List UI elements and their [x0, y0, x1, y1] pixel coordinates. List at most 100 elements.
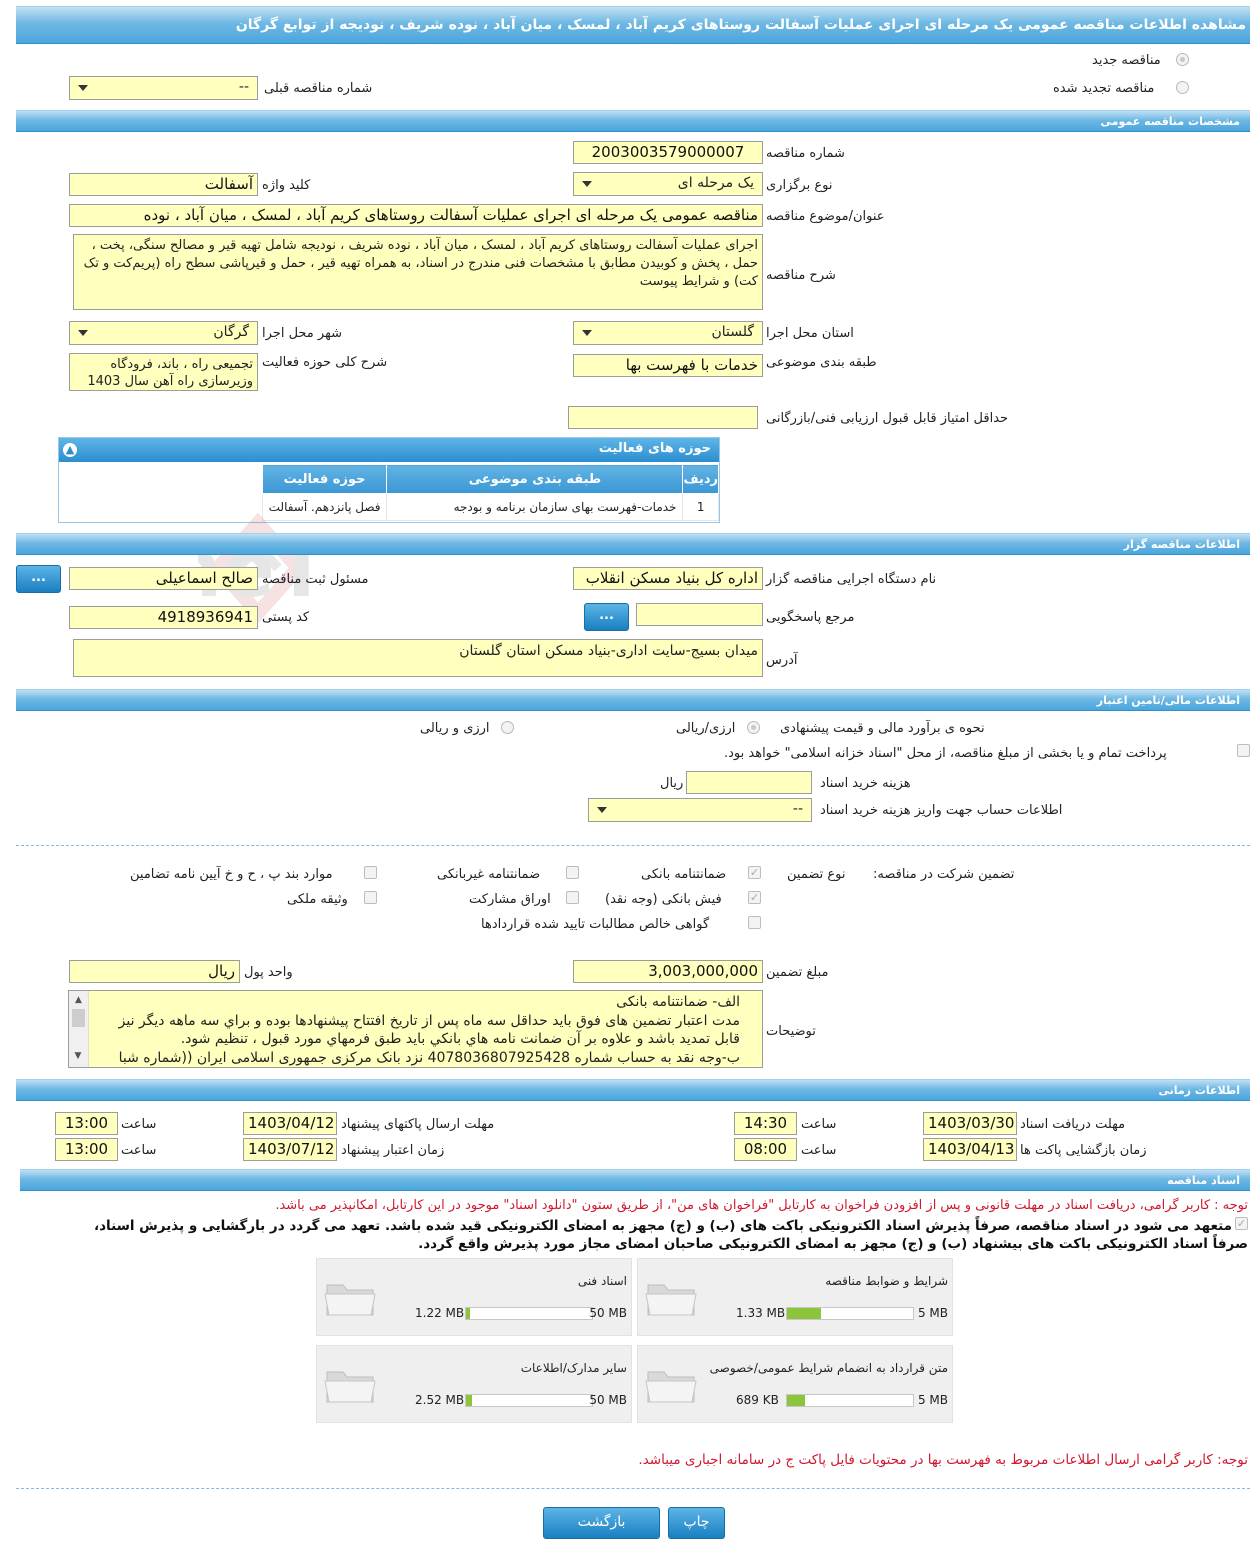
notes-scrollbar[interactable]: ▲ ▼ — [69, 991, 89, 1067]
file-size: 1.33 MB — [736, 1306, 786, 1320]
account-label: اطلاعات حساب جهت واریز هزینه خرید اسناد — [820, 803, 1063, 818]
reference-field[interactable] — [636, 603, 763, 626]
file-progress-fill — [466, 1308, 470, 1319]
commit-checkbox[interactable]: ✓ — [1235, 1217, 1248, 1230]
province-label: استان محل اجرا — [766, 326, 854, 341]
doc-receive-date[interactable]: 1403/03/30 — [923, 1112, 1017, 1135]
scroll-thumb[interactable] — [72, 1009, 85, 1027]
doc-receive-time[interactable]: 14:30 — [734, 1112, 797, 1135]
file-card[interactable]: شرایط و ضوابط مناقصه 1.33 MB 5 MB — [637, 1258, 953, 1336]
prev-number-label: شماره مناقصه قبلی — [264, 81, 373, 96]
scope-label: شرح کلی حوزه فعالیت — [262, 355, 388, 370]
responsible-more-button[interactable]: ... — [16, 565, 61, 593]
col-category: طبقه بندی موضوعی — [386, 464, 684, 494]
doc-cost-label: هزینه خرید اسناد — [820, 776, 911, 791]
opening-time[interactable]: 08:00 — [734, 1138, 797, 1161]
city-value: گرگان — [213, 324, 249, 340]
category-field[interactable]: خدمات با فهرست بها — [573, 354, 763, 377]
holding-type-select[interactable]: یک مرحله ای — [573, 172, 763, 196]
tender-number-field[interactable]: 2003003579000007 — [573, 141, 763, 164]
cell-category: خدمات-فهرست بهای سازمان برنامه و بودجه — [386, 493, 684, 521]
validity-label: زمان اعتبار پیشنهاد — [341, 1143, 445, 1158]
subject-field[interactable]: مناقصه عمومی یک مرحله ای اجرای عملیات آس… — [69, 204, 763, 227]
bank-guarantee-checkbox[interactable]: ✓ — [748, 866, 761, 879]
nonbank-guarantee-checkbox[interactable] — [566, 866, 579, 879]
min-score-field[interactable] — [568, 406, 758, 429]
guarantee-label: تضمین شرکت در مناقصه: — [873, 867, 1015, 882]
cell-row: 1 — [682, 493, 719, 521]
file-name: اسناد فنی — [577, 1274, 627, 1288]
folder-icon — [324, 1371, 376, 1403]
city-select[interactable]: گرگان — [69, 321, 258, 345]
scroll-down-icon[interactable]: ▼ — [69, 1047, 88, 1066]
activity-table: ردیف طبقه بندی موضوعی حوزه فعالیت 1 خدما… — [261, 464, 719, 521]
reference-more-button[interactable]: ... — [584, 603, 629, 631]
postal-code-field[interactable]: 4918936941 — [69, 606, 258, 629]
estimate-rial-radio[interactable] — [747, 721, 760, 734]
col-activity: حوزه فعالیت — [261, 464, 388, 494]
scope-field[interactable]: تجمیعی راه ، باند، فرودگاه وزیرسازی راه … — [69, 353, 258, 391]
reference-label: مرجع پاسخگویی — [766, 610, 855, 625]
time-section-header: اطلاعات زمانی — [16, 1079, 1250, 1101]
claims-checkbox[interactable] — [748, 916, 761, 929]
org-name-field[interactable]: اداره کل بنیاد مسکن انقلاب — [573, 567, 763, 590]
file-size: 2.52 MB — [415, 1393, 465, 1407]
regulation-label: موارد بند پ ، ح و خ آیین نامه تضامین — [130, 867, 333, 882]
bonds-checkbox[interactable] — [566, 891, 579, 904]
validity-date[interactable]: 1403/07/12 — [243, 1138, 337, 1161]
new-tender-radio[interactable] — [1176, 53, 1189, 66]
scroll-up-icon[interactable]: ▲ — [69, 991, 88, 1005]
nonbank-guarantee-label: ضمانتنامه غیربانکی — [437, 867, 541, 882]
collapse-icon[interactable]: ▲ — [63, 443, 77, 457]
docs-section-header: اسناد مناقصه — [20, 1169, 1250, 1191]
validity-time-label: ساعت — [121, 1143, 157, 1158]
renewed-tender-radio[interactable] — [1176, 81, 1189, 94]
regulation-checkbox[interactable] — [364, 866, 377, 879]
description-field[interactable]: اجرای عملیات آسفالت روستاهای کریم آباد ،… — [73, 234, 763, 310]
divider — [16, 1488, 1250, 1489]
file-card[interactable]: سایر مدارک/اطلاعات 2.52 MB 50 MB — [316, 1345, 632, 1423]
validity-time[interactable]: 13:00 — [55, 1138, 118, 1161]
currency-field[interactable]: ریال — [69, 960, 240, 983]
file-card[interactable]: اسناد فنی 1.22 MB 50 MB — [316, 1258, 632, 1336]
postal-code-label: کد پستی — [262, 610, 310, 625]
chevron-down-icon — [78, 85, 88, 91]
file-progress-fill — [466, 1395, 473, 1406]
file-card[interactable]: متن قرارداد به انضمام شرایط عمومی/خصوصی … — [637, 1345, 953, 1423]
responsible-label: مسئول ثبت مناقصه — [262, 572, 369, 587]
description-label: شرح مناقصه — [766, 268, 836, 283]
subject-label: عنوان/موضوع مناقصه — [766, 209, 885, 224]
responsible-field[interactable]: صالح اسماعیلی — [69, 567, 258, 590]
account-select[interactable]: -- — [588, 798, 812, 822]
doc-cost-unit: ریال — [660, 776, 684, 791]
opening-date[interactable]: 1403/04/13 — [923, 1138, 1017, 1161]
treasury-checkbox[interactable] — [1237, 744, 1250, 757]
address-field[interactable]: میدان بسیج-سایت اداری-بنیاد مسکن استان گ… — [73, 639, 763, 677]
folder-icon — [324, 1284, 376, 1316]
file-max-size: 50 MB — [589, 1393, 627, 1407]
claims-label: گواهی خالص مطالبات تایید شده قراردادها — [481, 917, 710, 932]
folder-icon — [645, 1284, 697, 1316]
renewed-tender-label: مناقصه تجدید شده — [1053, 81, 1155, 96]
notes-field[interactable]: الف- ضمانتنامه بانکی مدت اعتبار تضمین ها… — [68, 990, 763, 1068]
file-name: سایر مدارک/اطلاعات — [520, 1361, 627, 1375]
back-button[interactable]: بازگشت — [543, 1507, 660, 1539]
province-select[interactable]: گلستان — [573, 321, 763, 345]
property-checkbox[interactable] — [364, 891, 377, 904]
print-button[interactable]: چاپ — [668, 1507, 725, 1539]
address-label: آدرس — [766, 653, 798, 668]
send-deadline-date[interactable]: 1403/04/12 — [243, 1112, 337, 1135]
doc-cost-field[interactable] — [686, 771, 812, 794]
new-tender-label: مناقصه جدید — [1092, 53, 1161, 68]
account-value: -- — [792, 801, 803, 817]
estimate-both-radio[interactable] — [501, 721, 514, 734]
file-size: 1.22 MB — [415, 1306, 465, 1320]
prev-number-select[interactable]: -- — [69, 76, 258, 100]
send-deadline-time[interactable]: 13:00 — [55, 1112, 118, 1135]
keyword-field[interactable]: آسفالت — [69, 173, 258, 196]
cash-checkbox[interactable]: ✓ — [748, 891, 761, 904]
guarantee-amount-field[interactable]: 3,003,000,000 — [573, 960, 763, 983]
footer-notice: توجه: کاربر گرامی ارسال اطلاعات مربوط به… — [638, 1452, 1248, 1468]
bank-guarantee-label: ضمانتنامه بانکی — [641, 867, 727, 882]
doc-receive-time-label: ساعت — [801, 1117, 837, 1132]
